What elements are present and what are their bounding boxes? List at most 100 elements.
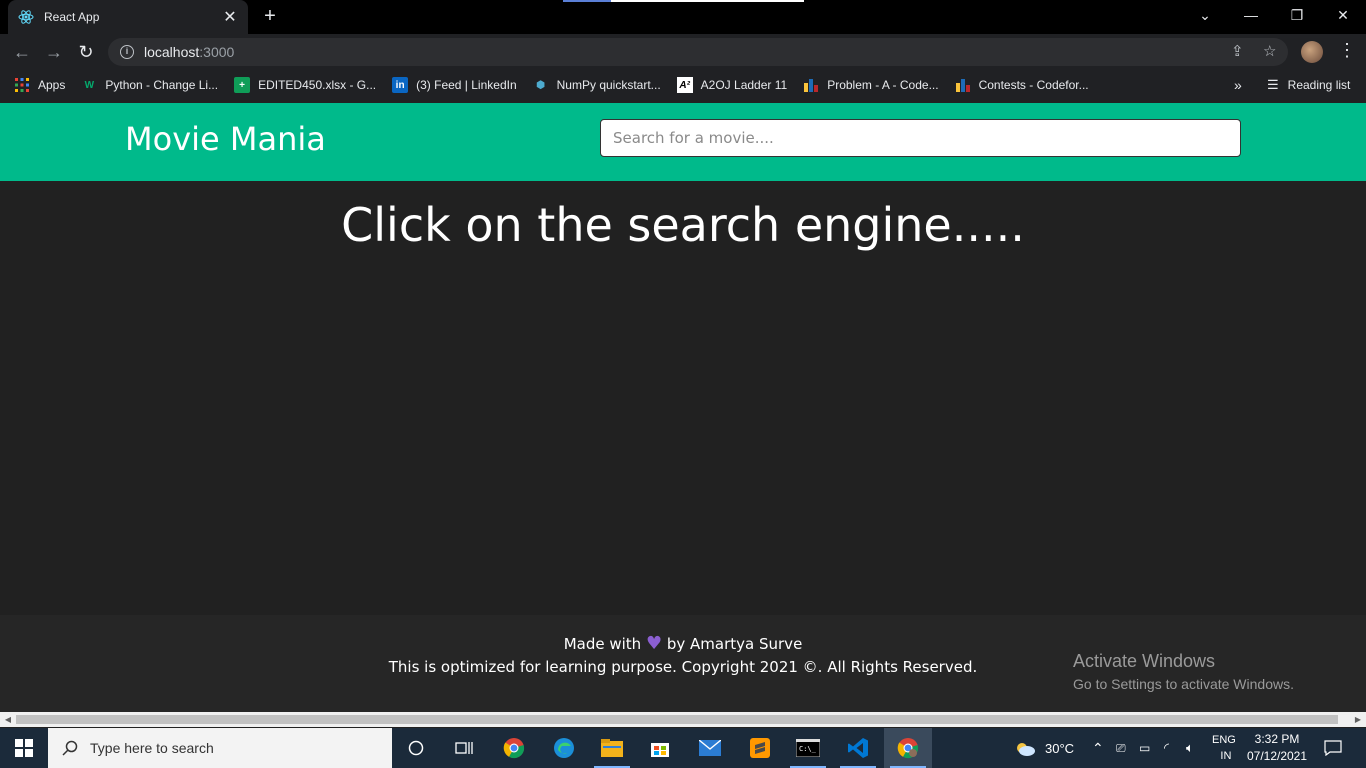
taskbar-search-box[interactable]: Type here to search bbox=[48, 728, 392, 768]
sublime-text-icon[interactable] bbox=[736, 728, 784, 768]
reading-list-button[interactable]: ☰ Reading list bbox=[1267, 70, 1350, 100]
reload-icon[interactable]: ↻ bbox=[74, 40, 98, 64]
windows-logo-icon bbox=[15, 739, 33, 757]
app-page: Movie Mania Click on the search engine..… bbox=[0, 100, 1366, 712]
codeforces-icon bbox=[955, 79, 970, 92]
forward-arrow-icon[interactable]: → bbox=[42, 40, 66, 64]
codeforces-icon bbox=[804, 79, 819, 92]
horizontal-scrollbar[interactable]: ◀ ▶ bbox=[0, 712, 1366, 727]
bookmark-a2oj[interactable]: A² A2OJ Ladder 11 bbox=[676, 77, 788, 93]
bookmark-linkedin[interactable]: in (3) Feed | LinkedIn bbox=[392, 77, 517, 93]
numpy-icon: ⬢ bbox=[536, 79, 545, 91]
cortana-icon[interactable] bbox=[392, 728, 440, 768]
linkedin-icon: in bbox=[392, 77, 409, 93]
bookmark-label: Contests - Codefor... bbox=[978, 78, 1089, 92]
browser-tab-strip: React App ✕ + ⌄ — ❐ ✕ bbox=[0, 0, 1366, 34]
apps-grid-icon bbox=[15, 78, 29, 92]
bookmark-label: Apps bbox=[38, 78, 66, 92]
bookmark-python[interactable]: W Python - Change Li... bbox=[81, 77, 218, 93]
windows-taskbar: Type here to search C:\_ 30°C ⌃ ⎚ ▭ ◜ 🔈︎… bbox=[0, 728, 1366, 768]
scroll-right-icon[interactable]: ▶ bbox=[1350, 712, 1366, 727]
share-icon[interactable]: ⇪ bbox=[1231, 42, 1244, 60]
lang-line2: IN bbox=[1220, 750, 1232, 762]
edge-icon[interactable] bbox=[540, 728, 588, 768]
taskbar-search-placeholder: Type here to search bbox=[90, 740, 214, 756]
weather-widget[interactable]: 30°C bbox=[1014, 728, 1074, 768]
cloud-icon bbox=[1017, 743, 1035, 756]
back-arrow-icon[interactable]: ← bbox=[10, 40, 34, 64]
volume-icon[interactable]: 🔈︎ bbox=[1186, 728, 1194, 768]
tab-title: React App bbox=[44, 10, 100, 24]
reading-list-label: Reading list bbox=[1287, 78, 1351, 92]
wifi-icon[interactable]: ◜ bbox=[1164, 728, 1169, 768]
watermark-title: Activate Windows bbox=[1073, 651, 1216, 671]
movie-search-input[interactable] bbox=[600, 119, 1241, 157]
app-navbar: Movie Mania bbox=[0, 103, 1366, 181]
browser-toolbar: ← → ↻ i localhost:3000 ⇪ ☆ ⋮ bbox=[0, 34, 1366, 70]
terminal-icon[interactable]: C:\_ bbox=[784, 728, 832, 768]
bookmark-label: Problem - A - Code... bbox=[827, 78, 939, 92]
reading-list-icon: ☰ bbox=[1267, 77, 1279, 92]
svg-text:C:\_: C:\_ bbox=[799, 745, 817, 753]
author-text: by Amartya Surve bbox=[666, 635, 803, 653]
tab-search-chevron-icon[interactable]: ⌄ bbox=[1182, 0, 1228, 30]
new-tab-button[interactable]: + bbox=[260, 6, 280, 26]
site-info-icon[interactable]: i bbox=[120, 45, 134, 59]
task-view-icon[interactable] bbox=[440, 728, 488, 768]
minimize-button[interactable]: — bbox=[1228, 0, 1274, 30]
meet-now-icon[interactable]: ⎚ bbox=[1116, 728, 1126, 768]
address-bar[interactable]: i localhost:3000 bbox=[108, 38, 1288, 66]
sheets-icon: + bbox=[234, 77, 251, 93]
tab-react-app[interactable]: React App ✕ bbox=[8, 0, 248, 34]
made-with-text: Made with bbox=[563, 635, 642, 653]
battery-icon[interactable]: ▭ bbox=[1139, 728, 1150, 768]
page-headline: Click on the search engine..... bbox=[341, 198, 1025, 252]
url-port: :3000 bbox=[199, 44, 235, 60]
restore-button[interactable]: ❐ bbox=[1274, 0, 1320, 30]
clock-date: 07/12/2021 bbox=[1246, 749, 1308, 763]
bookmarks-bar: Apps W Python - Change Li... + EDITED450… bbox=[0, 70, 1366, 100]
a2oj-icon: A² bbox=[676, 77, 693, 93]
chrome-active-icon[interactable] bbox=[884, 728, 932, 768]
clock[interactable]: 3:32 PM 07/12/2021 bbox=[1244, 731, 1310, 765]
profile-avatar[interactable] bbox=[1301, 41, 1323, 63]
file-explorer-icon[interactable] bbox=[588, 728, 636, 768]
windows-start-icon[interactable] bbox=[0, 728, 48, 768]
chrome-icon[interactable] bbox=[490, 728, 538, 768]
weather-temp: 30°C bbox=[1045, 740, 1075, 756]
close-window-button[interactable]: ✕ bbox=[1320, 0, 1366, 30]
url-host: localhost bbox=[144, 44, 200, 60]
bookmark-numpy[interactable]: ⬢ NumPy quickstart... bbox=[533, 77, 661, 93]
bookmark-star-icon[interactable]: ☆ bbox=[1263, 42, 1276, 60]
bookmark-label: NumPy quickstart... bbox=[556, 78, 661, 92]
scroll-left-icon[interactable]: ◀ bbox=[0, 712, 16, 727]
bookmark-apps[interactable]: Apps bbox=[14, 77, 65, 93]
more-bookmarks-button[interactable]: » bbox=[1234, 70, 1242, 100]
lang-line1: ENG bbox=[1212, 734, 1236, 746]
search-icon bbox=[62, 740, 78, 756]
bookmark-codeforces-problem[interactable]: Problem - A - Code... bbox=[803, 77, 939, 93]
vscode-icon[interactable] bbox=[834, 728, 882, 768]
react-icon bbox=[18, 10, 34, 24]
microsoft-store-icon[interactable] bbox=[636, 728, 684, 768]
watermark-subtitle: Go to Settings to activate Windows. bbox=[1073, 676, 1294, 692]
scrollbar-thumb[interactable] bbox=[16, 715, 1338, 724]
tab-loading-indicator bbox=[563, 0, 804, 2]
bookmark-sheets[interactable]: + EDITED450.xlsx - G... bbox=[234, 77, 376, 93]
heart-icon: ♥ bbox=[645, 633, 663, 654]
bookmark-label: EDITED450.xlsx - G... bbox=[258, 78, 377, 92]
activate-windows-watermark: Activate Windows Go to Settings to activ… bbox=[1073, 651, 1294, 692]
bookmark-label: (3) Feed | LinkedIn bbox=[416, 78, 517, 92]
notifications-icon[interactable] bbox=[1324, 728, 1342, 768]
close-tab-icon[interactable]: ✕ bbox=[222, 7, 238, 27]
bookmark-label: Python - Change Li... bbox=[105, 78, 219, 92]
bookmark-codeforces-contests[interactable]: Contests - Codefor... bbox=[955, 77, 1089, 93]
language-indicator[interactable]: ENG IN bbox=[1212, 728, 1236, 768]
bookmark-label: A2OJ Ladder 11 bbox=[700, 78, 788, 92]
brand-title[interactable]: Movie Mania bbox=[125, 120, 326, 158]
w3-icon: W bbox=[84, 79, 95, 91]
mail-icon[interactable] bbox=[686, 728, 734, 768]
show-hidden-icons-chevron-icon[interactable]: ⌃ bbox=[1092, 728, 1104, 768]
clock-time: 3:32 PM bbox=[1254, 732, 1300, 746]
browser-menu-icon[interactable]: ⋮ bbox=[1338, 40, 1356, 61]
